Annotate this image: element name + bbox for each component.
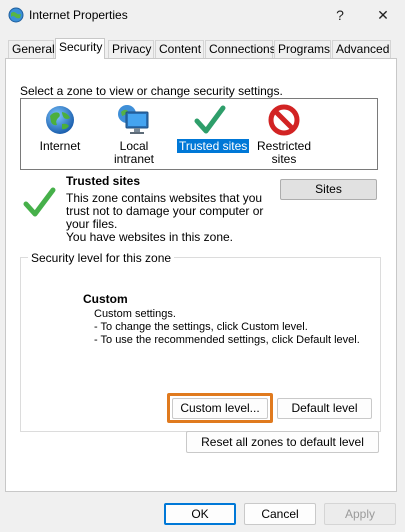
tab-content[interactable]: Content <box>155 40 204 58</box>
zone-trusted-sites-label[interactable]: Trusted sites <box>177 139 250 153</box>
tab-privacy[interactable]: Privacy <box>108 40 154 58</box>
zone-prompt: Select a zone to view or change security… <box>20 84 283 98</box>
intranet-monitor-icon[interactable] <box>117 104 151 136</box>
security-level-line: Custom settings. <box>94 308 176 320</box>
ok-button[interactable]: OK <box>164 503 236 525</box>
apply-button[interactable]: Apply <box>324 503 396 525</box>
zone-info-title: Trusted sites <box>66 174 141 188</box>
zone-restricted-sites-label[interactable]: Restricted sites <box>254 140 314 166</box>
custom-level-highlight <box>167 393 273 423</box>
security-level-name: Custom <box>83 292 128 306</box>
restricted-prohibited-icon[interactable] <box>268 104 300 136</box>
reset-all-zones-button[interactable]: Reset all zones to default level <box>186 431 379 453</box>
zone-trusted-sites-text[interactable]: Trusted sites <box>177 139 250 153</box>
zone-local-intranet-label[interactable]: Local intranet <box>98 140 170 166</box>
zone-desc-line: You have websites in this zone. <box>66 230 233 244</box>
window-title: Internet Properties <box>29 8 128 22</box>
tab-connections[interactable]: Connections <box>205 40 276 58</box>
close-button[interactable]: ✕ <box>368 4 398 26</box>
help-button[interactable]: ? <box>325 4 355 26</box>
internet-properties-icon <box>8 7 24 23</box>
security-level-legend: Security level for this zone <box>28 251 175 265</box>
trusted-checkmark-icon[interactable] <box>194 104 226 136</box>
trusted-zone-checkmark-icon <box>22 184 58 220</box>
security-level-line: - To change the settings, click Custom l… <box>94 321 308 333</box>
tab-advanced[interactable]: Advanced <box>332 40 391 58</box>
tab-general[interactable]: General <box>8 40 55 58</box>
globe-icon[interactable] <box>44 104 76 136</box>
cancel-button[interactable]: Cancel <box>244 503 316 525</box>
security-level-line: - To use the recommended settings, click… <box>94 334 360 346</box>
tab-programs[interactable]: Programs <box>274 40 331 58</box>
sites-button[interactable]: Sites <box>280 179 377 200</box>
tab-security[interactable]: Security <box>55 38 105 59</box>
zone-info-description: This zone contains websites that you tru… <box>66 192 276 244</box>
default-level-button[interactable]: Default level <box>277 398 372 419</box>
zone-internet-label[interactable]: Internet <box>35 140 85 153</box>
